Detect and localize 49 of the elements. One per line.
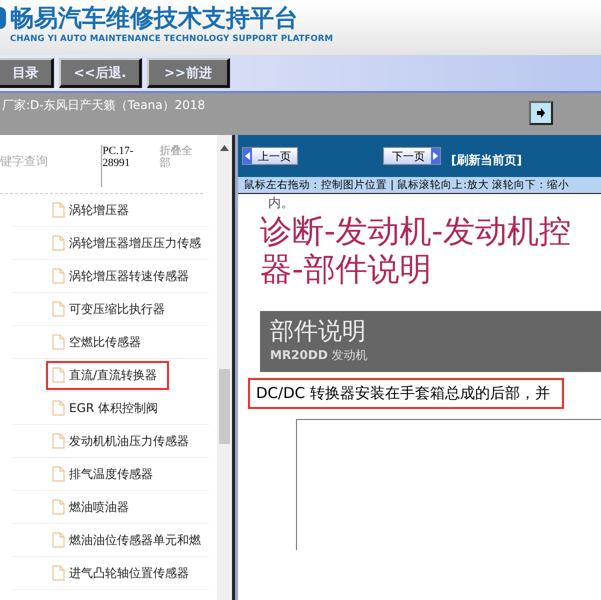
document-icon bbox=[52, 301, 65, 317]
platform-subtitle: CHANG YI AUTO MAINTENANCE TECHNOLOGY SUPPORT PLATFORM bbox=[10, 34, 334, 44]
arrow-left-icon bbox=[243, 148, 252, 164]
document-paragraph: DC/DC 转换器安装在手套箱总成的后部，并 bbox=[250, 380, 562, 407]
document-icon bbox=[52, 334, 65, 350]
next-page-button[interactable]: 下一页 bbox=[383, 147, 441, 165]
document-icon bbox=[52, 400, 65, 416]
tree-item[interactable]: 燃油油位传感器单元和燃 bbox=[12, 524, 209, 557]
banner-title: 部件说明 bbox=[270, 316, 367, 347]
arrow-right-icon bbox=[536, 107, 546, 119]
tree-item[interactable]: 涡轮增压器增压压力传感 bbox=[12, 227, 209, 260]
prev-page-button[interactable]: 上一页 bbox=[242, 147, 298, 165]
arrow-right-icon bbox=[431, 148, 440, 164]
code-label: PC.17-28991 bbox=[101, 145, 152, 187]
refresh-link[interactable]: [刷新当前页] bbox=[451, 152, 522, 168]
platform-title: 畅易汽车维修技术支持平台 bbox=[10, 3, 298, 34]
nav-button[interactable]: 目录 bbox=[0, 58, 54, 88]
document-icon bbox=[52, 466, 65, 482]
tree-item[interactable]: 可变压缩比执行器 bbox=[12, 293, 209, 326]
arrow-button[interactable] bbox=[529, 101, 553, 125]
tree-item[interactable]: 排气温度传感器 bbox=[12, 458, 209, 491]
logo-icon bbox=[0, 7, 6, 29]
banner-subtitle: MR20DD 发动机 bbox=[270, 346, 369, 364]
nav-button[interactable]: >>前进 bbox=[147, 58, 230, 88]
tree-item[interactable]: 涡轮增压器 bbox=[12, 194, 209, 227]
manufacturer-label: 厂家:D-东风日产天籁（Teana）2018 bbox=[2, 97, 206, 114]
document-title: 诊断-发动机-发动机控 bbox=[260, 212, 572, 250]
document-icon bbox=[52, 367, 65, 383]
scrollbar[interactable] bbox=[217, 135, 235, 600]
document-text: 内。 bbox=[267, 195, 295, 212]
tree-item[interactable]: 发动机机油压力传感器 bbox=[12, 425, 209, 458]
tree-item[interactable]: 涡轮增压器转速传感器 bbox=[12, 260, 209, 293]
document-icon bbox=[52, 499, 65, 515]
nav-button[interactable]: <<后退. bbox=[59, 58, 142, 88]
tree-item[interactable]: 直流/直流转换器 bbox=[44, 359, 171, 392]
document-title: 器-部件说明 bbox=[260, 250, 433, 289]
tree-item[interactable]: 空燃比传感器 bbox=[12, 326, 209, 359]
tree-item[interactable]: 燃油喷油器 bbox=[12, 491, 209, 524]
document-icon bbox=[52, 565, 65, 581]
document-icon bbox=[52, 532, 65, 548]
hint-text: 鼠标左右拖动：控制图片位置 | 鼠标滚轮向上:放大 滚轮向下：缩小 bbox=[238, 177, 601, 194]
document-icon bbox=[52, 268, 65, 284]
tree-item[interactable]: 进气凸轮轴位置传感器 bbox=[12, 557, 209, 590]
scrollbar-thumb[interactable] bbox=[219, 369, 230, 444]
scroll-up-icon[interactable] bbox=[220, 145, 229, 151]
document-icon bbox=[52, 433, 65, 449]
document-icon bbox=[52, 235, 65, 251]
tree-item[interactable]: EGR 体积控制阀 bbox=[12, 392, 209, 425]
document-icon bbox=[52, 202, 65, 218]
